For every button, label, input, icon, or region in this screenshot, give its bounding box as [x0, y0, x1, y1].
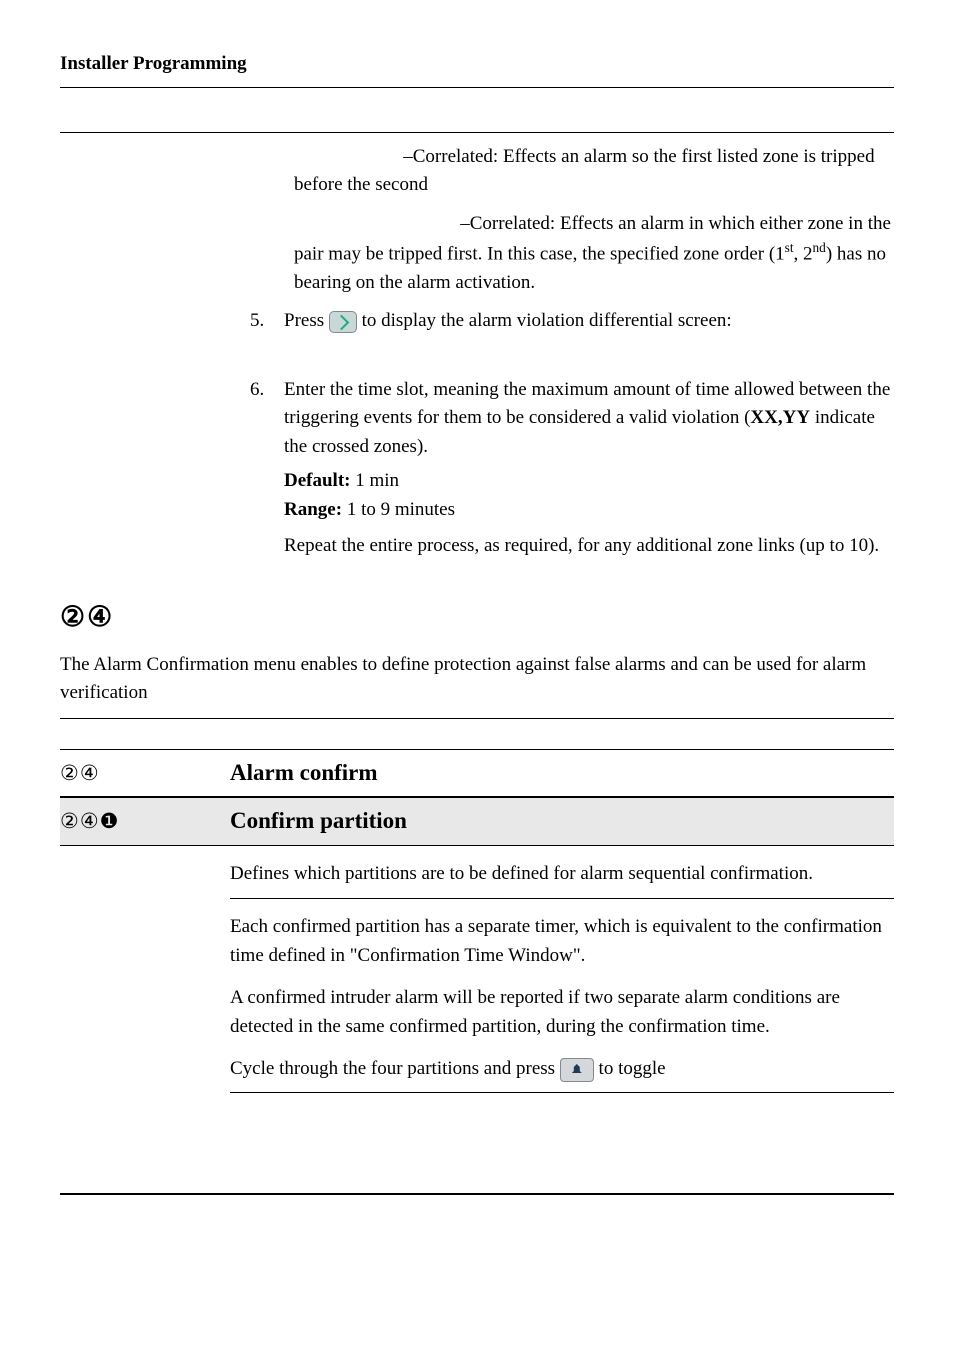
body-p3: A confirmed intruder alarm will be repor…: [230, 984, 894, 1041]
sup-nd: nd: [813, 240, 826, 255]
table-section: ②④ Alarm confirm ②④❶ Confirm partition D…: [60, 749, 894, 1093]
ordered-correlated: –Correlated: Effects an alarm so the fir…: [294, 146, 875, 196]
body-p1: Defines which partitions are to be defin…: [230, 860, 894, 900]
section-header-circles: ②④: [60, 597, 894, 639]
body-p4: Cycle through the four partitions and pr…: [230, 1055, 894, 1093]
step-5: 5. Press to display the alarm violation …: [250, 307, 894, 336]
noc-mid: , 2: [794, 243, 813, 264]
step5-pre: Press: [284, 310, 329, 331]
step-5-number: 5.: [250, 307, 284, 336]
default-label: Default:: [284, 470, 350, 491]
step-6: 6. Enter the time slot, meaning the maxi…: [250, 376, 894, 561]
row-confirm-partition: ②④❶ Confirm partition: [60, 797, 894, 846]
section-description: The Alarm Confirmation menu enables to d…: [60, 651, 894, 719]
display-button-icon: [329, 311, 357, 333]
repeat-text: Repeat the entire process, as required, …: [284, 532, 894, 561]
row1-title: Alarm confirm: [230, 756, 894, 791]
default-line: Default: 1 min: [284, 467, 894, 496]
step-6-content: Enter the time slot, meaning the maximum…: [284, 376, 894, 561]
page-header: Installer Programming: [60, 50, 894, 88]
row1-label: ②④: [60, 758, 230, 790]
ordered-correlated-text: –Correlated: Effects an alarm so the fir…: [294, 143, 894, 200]
content-block: –Correlated: Effects an alarm so the fir…: [250, 143, 894, 561]
p4-pre: Cycle through the four partitions and pr…: [230, 1058, 560, 1079]
sup-st: st: [785, 240, 794, 255]
range-label: Range:: [284, 499, 342, 520]
default-val: 1 min: [350, 470, 399, 491]
range-line: Range: 1 to 9 minutes: [284, 496, 894, 525]
row2-label: ②④❶: [60, 806, 230, 838]
not-ordered-correlated-text: –Correlated: Effects an alarm in which e…: [294, 210, 894, 298]
step5-post: to display the alarm violation different…: [362, 310, 732, 331]
step-6-number: 6.: [250, 376, 284, 561]
divider: [60, 132, 894, 133]
step6-bold: XX,YY: [750, 407, 810, 428]
confirm-partition-body: Defines which partitions are to be defin…: [230, 846, 894, 1093]
body-p2: Each confirmed partition has a separate …: [230, 913, 894, 970]
bell-button-icon: [560, 1058, 594, 1082]
p4-post: to toggle: [599, 1058, 666, 1079]
row-alarm-confirm: ②④ Alarm confirm: [60, 749, 894, 798]
footer-rule: [60, 1193, 894, 1195]
row2-title: Confirm partition: [230, 804, 894, 839]
range-val: 1 to 9 minutes: [342, 499, 455, 520]
step-5-content: Press to display the alarm violation dif…: [284, 307, 894, 336]
